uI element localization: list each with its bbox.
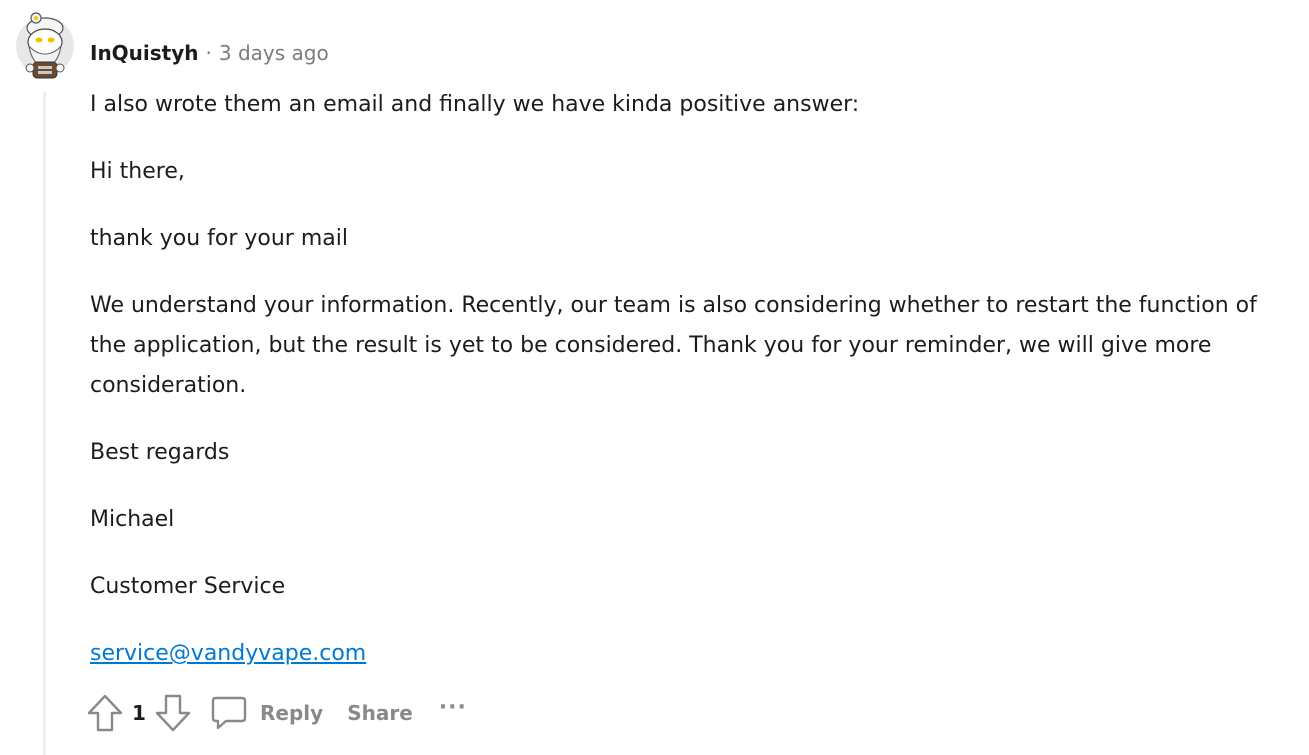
comment-paragraph: I also wrote them an email and finally w… (90, 92, 860, 117)
reply-button[interactable]: Reply (210, 694, 323, 732)
share-button[interactable]: Share (347, 701, 413, 725)
vote-count: 1 (132, 701, 146, 725)
comment-paragraph: We understand your information. Recently… (90, 293, 1257, 398)
comment-actions: 1 Reply Share ··· (86, 688, 467, 738)
reply-label: Reply (260, 701, 324, 725)
comment-paragraph: Best regards (90, 440, 230, 465)
avatar-snoo-icon (16, 12, 74, 79)
comment-paragraph: Hi there, (90, 159, 185, 184)
comment-paragraph: thank you for your mail (90, 226, 348, 251)
comment: InQuistyh · 3 days ago I also wrote them… (0, 0, 1309, 755)
comment-paragraph-link: service@vandyvape.com (90, 634, 1280, 674)
thread-line[interactable] (43, 92, 46, 755)
comment-author[interactable]: InQuistyh (90, 41, 199, 65)
downvote-arrow-icon (155, 694, 191, 732)
meta-separator: · (205, 41, 212, 65)
comment-meta: InQuistyh · 3 days ago (90, 38, 329, 68)
comment-timestamp[interactable]: 3 days ago (219, 41, 329, 65)
upvote-button[interactable] (86, 693, 124, 733)
speech-bubble-icon (211, 696, 247, 730)
comment-paragraph: Customer Service (90, 574, 286, 599)
email-link[interactable]: service@vandyvape.com (90, 641, 366, 666)
ellipsis-icon[interactable]: ··· (439, 695, 467, 720)
upvote-arrow-icon (87, 694, 123, 732)
comment-body: I also wrote them an email and finally w… (90, 85, 1280, 701)
user-avatar[interactable] (14, 10, 76, 82)
downvote-button[interactable] (154, 693, 192, 733)
comment-paragraph: Michael (90, 507, 175, 532)
